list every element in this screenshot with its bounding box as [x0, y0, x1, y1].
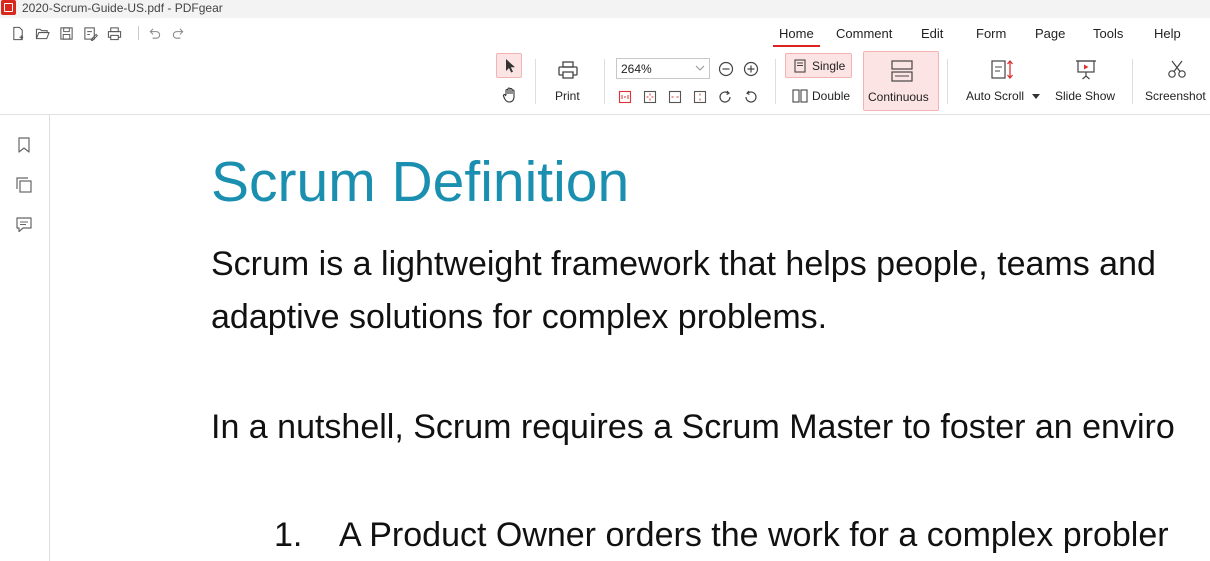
zoom-out-button[interactable]: [717, 60, 735, 78]
toolbar-separator: [947, 59, 948, 104]
fit-width-icon: [668, 90, 682, 104]
hand-tool-button[interactable]: [501, 86, 519, 104]
print-label: Print: [555, 89, 580, 103]
continuous-label: Continuous: [868, 90, 929, 104]
thumbnails-icon[interactable]: [15, 176, 33, 194]
list-item-text: A Product Owner orders the work for a co…: [339, 516, 1169, 554]
zoom-in-button[interactable]: [742, 60, 760, 78]
zoom-value: 264%: [621, 62, 652, 76]
bookmark-icon[interactable]: [15, 136, 33, 154]
tab-edit[interactable]: Edit: [921, 25, 943, 43]
fit-height-icon: [693, 90, 707, 104]
continuous-scroll-icon: [891, 60, 913, 82]
document-view[interactable]: Scrum Definition Scrum is a lightweight …: [50, 115, 1210, 561]
fit-height-button[interactable]: [693, 90, 707, 104]
tab-home[interactable]: Home: [773, 25, 820, 47]
fit-page-button[interactable]: [643, 90, 657, 104]
slide-show-label: Slide Show: [1055, 89, 1116, 103]
title-bar: 2020-Scrum-Guide-US.pdf - PDFgear: [0, 0, 1210, 18]
toolbar-separator: [535, 59, 536, 104]
single-page-button[interactable]: Single: [785, 53, 852, 78]
double-page-button[interactable]: Double: [792, 89, 858, 107]
zoom-out-icon: [718, 61, 734, 77]
actual-size-button[interactable]: [618, 90, 632, 104]
tab-tools[interactable]: Tools: [1093, 25, 1123, 43]
slide-show-button[interactable]: [1074, 58, 1098, 82]
quick-access-separator: [138, 26, 139, 40]
rotate-counterclockwise-button[interactable]: [743, 90, 758, 104]
toolbar-separator: [775, 59, 776, 104]
save-icon[interactable]: [57, 24, 75, 42]
toolbar-separator: [1132, 59, 1133, 104]
actual-size-icon: [618, 90, 632, 104]
open-folder-icon[interactable]: [33, 24, 51, 42]
zoom-select[interactable]: 264%: [616, 58, 710, 79]
tab-help[interactable]: Help: [1154, 25, 1181, 43]
printer-icon: [558, 61, 578, 79]
paragraph-1-line-2: adaptive solutions for complex problems.: [211, 298, 828, 336]
print-button[interactable]: [557, 60, 579, 80]
screenshot-label: Screenshot: [1145, 89, 1206, 103]
screenshot-button[interactable]: [1166, 58, 1188, 80]
print-icon[interactable]: [105, 24, 123, 42]
rotate-counterclockwise-icon: [745, 90, 757, 103]
continuous-button[interactable]: Continuous: [863, 51, 939, 111]
window-title: 2020-Scrum-Guide-US.pdf - PDFgear: [22, 1, 223, 15]
list-item-number: 1.: [274, 516, 303, 554]
scissors-icon: [1168, 60, 1186, 78]
paragraph-2-line-1: In a nutshell, Scrum requires a Scrum Ma…: [211, 408, 1175, 446]
slide-show-icon: [1076, 60, 1096, 80]
fit-page-icon: [643, 90, 657, 104]
caret-down-icon[interactable]: [1032, 94, 1040, 100]
select-tool-button[interactable]: [496, 53, 522, 78]
paragraph-1-line-1: Scrum is a lightweight framework that he…: [211, 245, 1156, 283]
zoom-in-icon: [743, 61, 759, 77]
rotate-clockwise-icon: [719, 90, 731, 103]
tab-form[interactable]: Form: [976, 25, 1006, 43]
auto-scroll-icon: [991, 59, 1013, 80]
double-label: Double: [812, 89, 851, 103]
new-file-icon[interactable]: [9, 24, 27, 42]
auto-scroll-label: Auto Scroll: [966, 89, 1025, 103]
tab-comment[interactable]: Comment: [836, 25, 892, 43]
hand-icon: [502, 87, 515, 103]
single-label: Single: [812, 59, 846, 73]
rotate-clockwise-button[interactable]: [718, 90, 733, 104]
single-page-icon: [794, 59, 806, 73]
comments-icon[interactable]: [15, 216, 33, 234]
auto-scroll-button[interactable]: [990, 58, 1016, 82]
document-heading: Scrum Definition: [211, 150, 630, 214]
cursor-arrow-icon: [506, 59, 515, 73]
chevron-down-icon: [695, 65, 705, 71]
undo-icon[interactable]: [145, 24, 163, 42]
tab-page[interactable]: Page: [1035, 25, 1065, 43]
pdfgear-logo-icon: [1, 0, 16, 15]
save-as-icon[interactable]: [81, 24, 99, 42]
fit-width-button[interactable]: [668, 90, 682, 104]
redo-icon[interactable]: [169, 24, 187, 42]
toolbar-separator: [604, 59, 605, 104]
double-page-icon: [792, 89, 808, 103]
left-sidebar: [0, 115, 50, 561]
